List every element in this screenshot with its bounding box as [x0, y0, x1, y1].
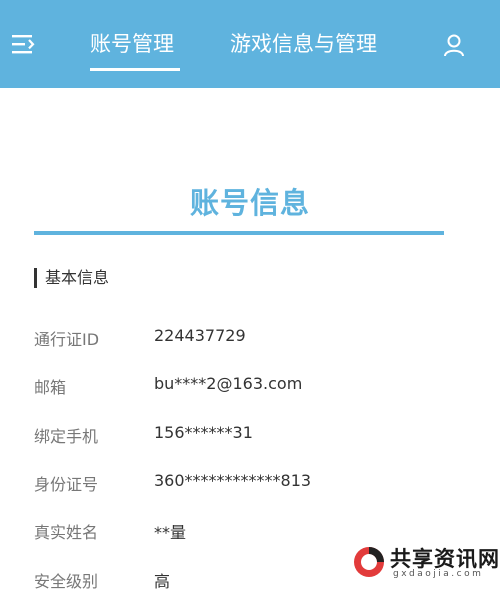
menu-icon[interactable]: [12, 33, 36, 55]
field-value: 224437729: [154, 326, 246, 345]
field-value: 360************813: [154, 471, 312, 490]
field-label: 身份证号: [34, 475, 99, 494]
active-tab-indicator: [90, 68, 180, 71]
tab-game-info-management[interactable]: 游戏信息与管理: [230, 24, 377, 64]
info-row-bound-phone: 绑定手机 156******31: [0, 419, 500, 449]
page-title: 账号信息: [189, 186, 310, 220]
field-label: 真实姓名: [34, 523, 99, 542]
info-row-id-number: 身份证号 360************813: [0, 467, 500, 497]
info-row-email: 邮箱 bu****2@163.com: [0, 370, 500, 400]
top-nav-bar: 账号管理 游戏信息与管理: [0, 0, 500, 88]
section-title: 基本信息: [45, 268, 110, 287]
watermark-domain: gxdaojia.com: [393, 569, 484, 579]
site-watermark: 共享资讯网 gxdaojia.com: [346, 540, 500, 584]
field-label: 绑定手机: [34, 427, 99, 446]
title-divider: [34, 231, 444, 235]
field-label: 安全级别: [34, 572, 99, 591]
tab-account-management[interactable]: 账号管理: [90, 24, 174, 64]
section-marker: [34, 268, 37, 288]
info-row-passport-id: 通行证ID 224437729: [0, 322, 500, 352]
field-label: 邮箱: [34, 378, 67, 397]
field-value: 156******31: [154, 423, 253, 442]
field-value: bu****2@163.com: [154, 374, 303, 393]
watermark-logo-icon: [352, 545, 386, 579]
field-value: **量: [154, 523, 187, 542]
field-label: 通行证ID: [34, 330, 100, 349]
field-value: 高: [154, 572, 171, 591]
user-icon[interactable]: [442, 33, 466, 57]
